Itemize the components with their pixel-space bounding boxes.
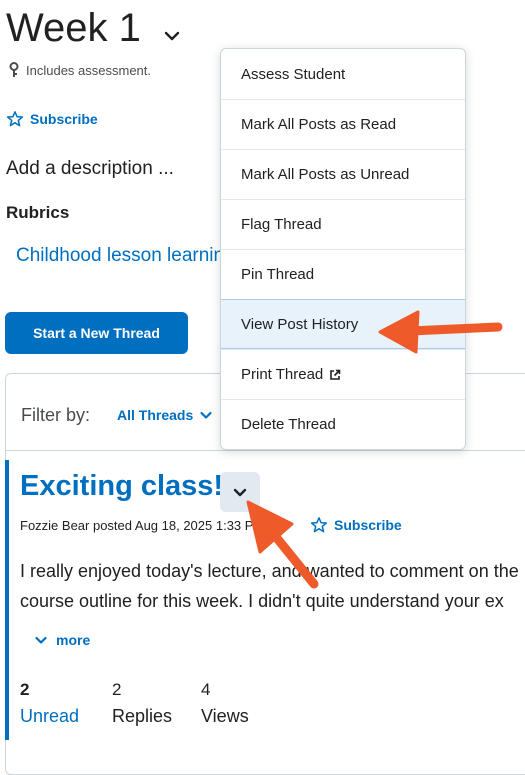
menu-item-label: Delete Thread: [241, 416, 336, 433]
replies-label: Replies: [112, 706, 173, 726]
thread-body-line: course outline for this week. I didn't q…: [20, 591, 504, 611]
menu-item-mark-unread[interactable]: Mark All Posts as Unread: [221, 149, 465, 199]
more-button[interactable]: more: [34, 632, 90, 648]
menu-item-label: Flag Thread: [241, 216, 322, 233]
stat-replies: 2 Replies: [112, 680, 172, 727]
chevron-down-icon: [200, 411, 212, 419]
assessment-note-text: Includes assessment.: [26, 62, 152, 78]
menu-item-assess-student[interactable]: Assess Student: [221, 49, 465, 99]
star-icon: [310, 517, 328, 533]
filter-dropdown[interactable]: All Threads: [117, 407, 213, 423]
subscribe-label: Subscribe: [30, 111, 98, 127]
unread-count: 2: [20, 680, 30, 699]
menu-item-label: Mark All Posts as Unread: [241, 166, 410, 183]
page-title: Week 1: [6, 6, 141, 50]
stat-unread[interactable]: 2 Unread: [20, 680, 79, 727]
menu-item-flag-thread[interactable]: Flag Thread: [221, 199, 465, 249]
subscribe-label: Subscribe: [334, 517, 402, 533]
menu-item-pin-thread[interactable]: Pin Thread: [221, 249, 465, 299]
menu-item-label: Mark All Posts as Read: [241, 116, 397, 133]
menu-item-delete-thread[interactable]: Delete Thread: [221, 399, 465, 449]
thread-meta: Fozzie Bear posted Aug 18, 2025 1:33 PM: [20, 518, 265, 533]
rubrics-heading: Rubrics: [6, 203, 70, 222]
rubric-link[interactable]: Childhood lesson learning rubric: [6, 245, 220, 267]
chevron-down-icon: [233, 488, 247, 497]
star-icon: [6, 111, 24, 127]
start-new-thread-button[interactable]: Start a New Thread: [5, 312, 188, 354]
views-label: Views: [201, 706, 249, 726]
filter-label: Filter by:: [21, 405, 91, 425]
thread-body-line: I really enjoyed today's lecture, and wa…: [20, 561, 519, 581]
filter-value: All Threads: [117, 407, 194, 423]
views-count: 4: [201, 680, 211, 699]
menu-item-view-post-history[interactable]: View Post History: [221, 299, 465, 349]
more-label: more: [56, 632, 91, 648]
menu-item-label: View Post History: [241, 315, 359, 333]
thread-context-menu: Assess Student Mark All Posts as Read Ma…: [220, 48, 466, 450]
menu-item-label: Assess Student: [241, 65, 346, 83]
rubric-link-label: Childhood lesson learning rubric: [16, 245, 220, 266]
menu-item-mark-read[interactable]: Mark All Posts as Read: [221, 99, 465, 149]
description-placeholder[interactable]: Add a description ...: [6, 158, 174, 180]
menu-item-label: Print Thread: [241, 366, 324, 383]
divider: [5, 450, 525, 451]
chevron-down-icon: [35, 636, 47, 644]
stat-views: 4 Views: [201, 680, 249, 727]
thread-title[interactable]: Exciting class!: [20, 470, 223, 503]
key-icon: [9, 62, 19, 77]
menu-item-print-thread[interactable]: Print Thread: [221, 349, 465, 399]
thread-actions-button[interactable]: [220, 472, 260, 512]
thread-body: I really enjoyed today's lecture, and wa…: [20, 556, 525, 616]
menu-item-label: Pin Thread: [241, 266, 315, 283]
replies-count: 2: [112, 680, 122, 699]
assessment-note: Includes assessment.: [8, 62, 151, 78]
chevron-down-icon[interactable]: [162, 26, 182, 46]
subscribe-button[interactable]: Subscribe: [6, 110, 98, 128]
external-link-icon: [330, 369, 341, 380]
unread-label: Unread: [20, 706, 80, 726]
thread-subscribe-button[interactable]: Subscribe: [310, 516, 402, 534]
